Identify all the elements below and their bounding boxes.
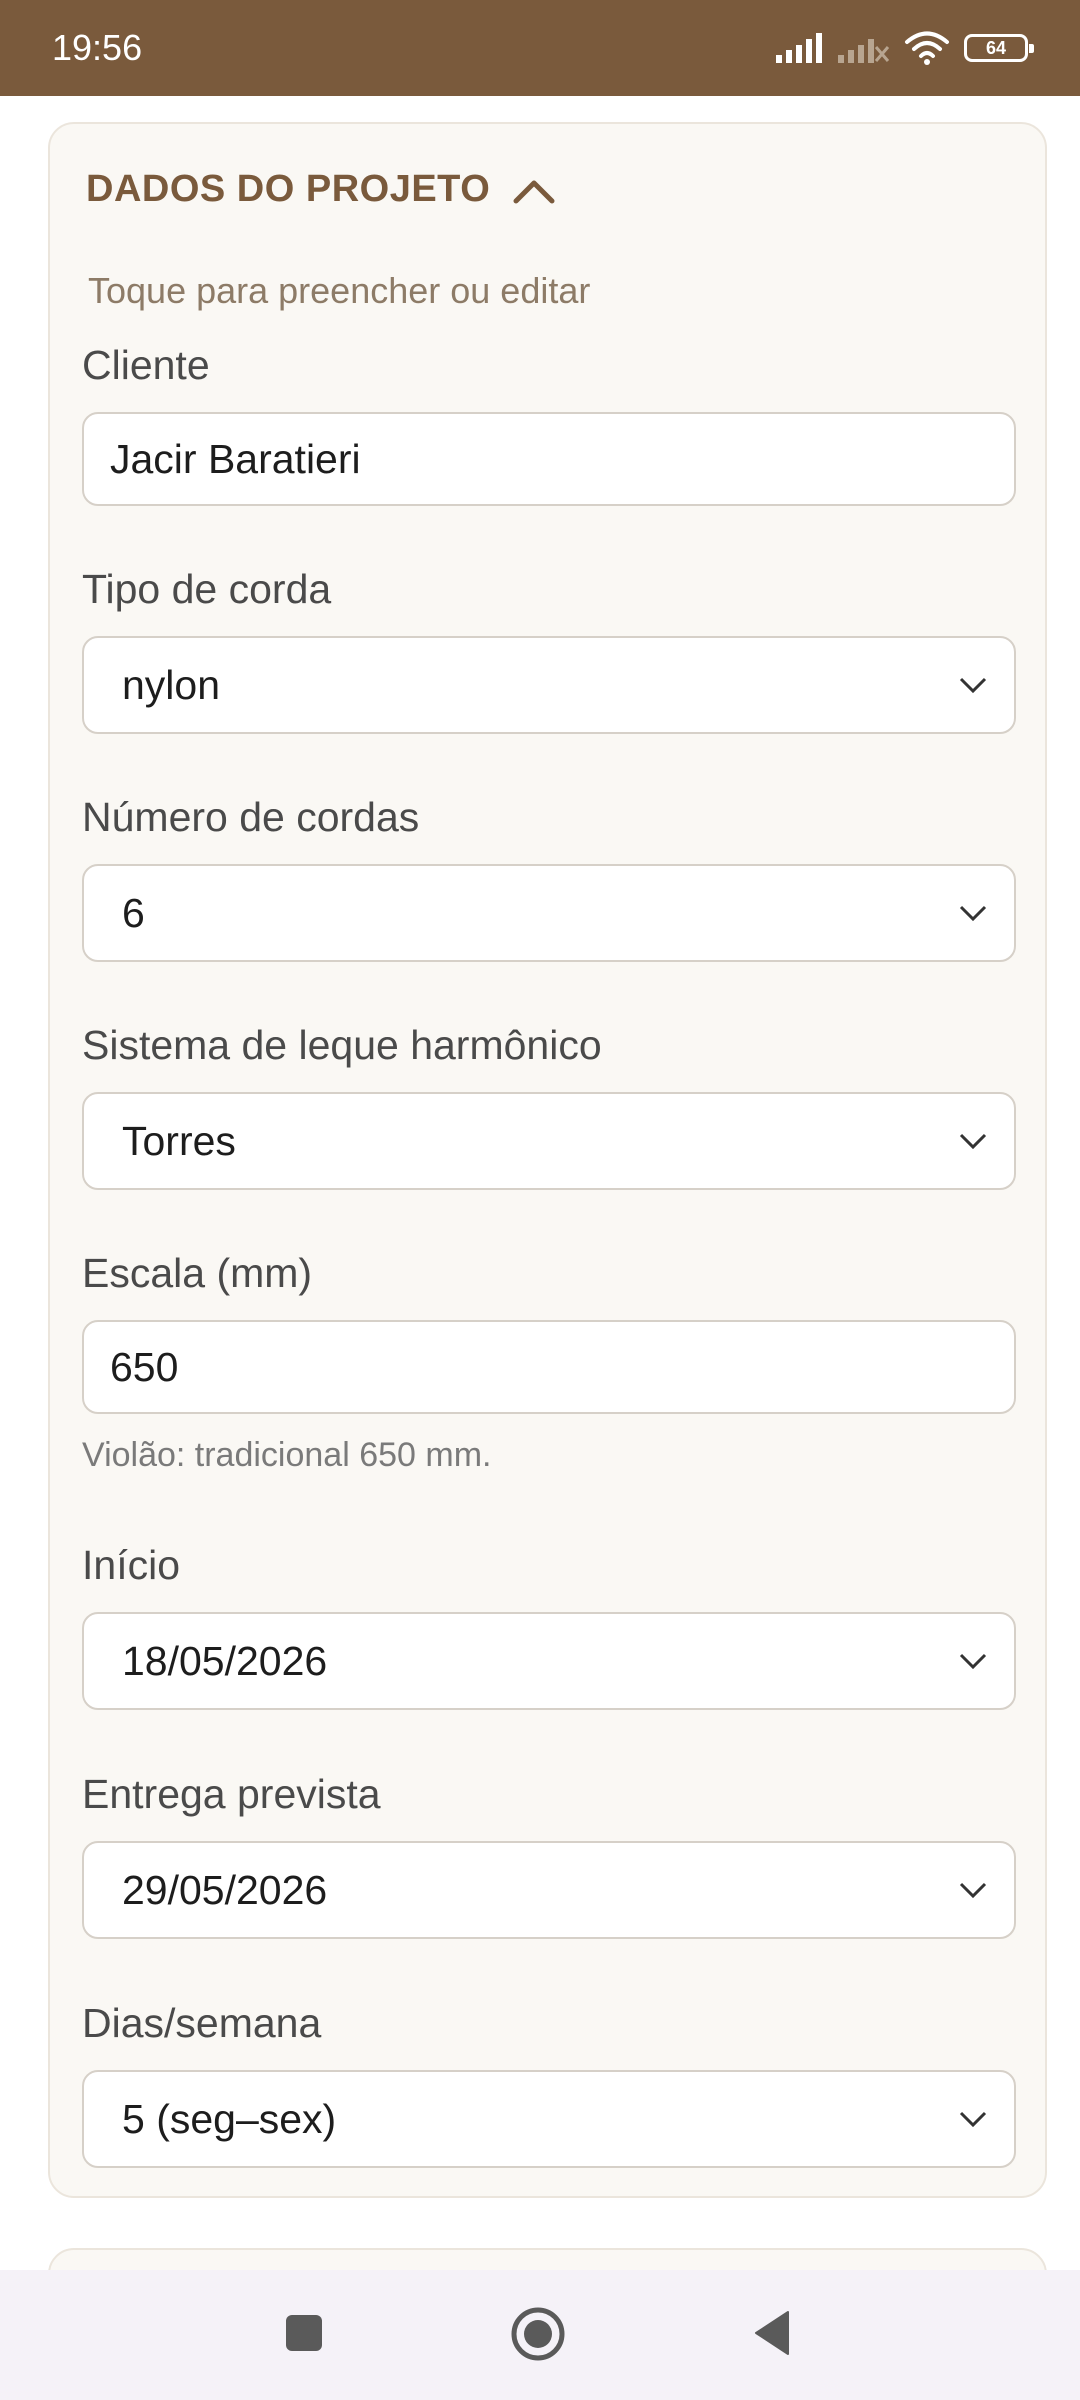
home-icon[interactable] xyxy=(510,2306,566,2362)
dias-semana-select[interactable]: 5 (seg–sex) xyxy=(82,2070,1016,2168)
escala-value: 650 xyxy=(110,1343,179,1390)
back-icon[interactable] xyxy=(752,2310,792,2356)
cliente-input[interactable]: Jacir Baratieri xyxy=(82,412,1016,506)
project-data-card: DADOS DO PROJETO Toque para preencher ou… xyxy=(48,122,1047,2198)
entrega-value: 29/05/2026 xyxy=(122,1866,328,1913)
dias-semana-value: 5 (seg–sex) xyxy=(122,2095,337,2142)
inicio-date-picker[interactable]: 18/05/2026 xyxy=(82,1612,1016,1710)
escala-input[interactable]: 650 xyxy=(82,1320,1016,1414)
status-icons: 64 xyxy=(776,31,1034,65)
tipo-corda-label: Tipo de corda xyxy=(82,566,332,612)
chevron-down-icon xyxy=(959,677,987,694)
numero-cordas-value: 6 xyxy=(122,889,145,936)
no-signal-icon xyxy=(838,39,890,63)
status-bar: 19:56 64 xyxy=(0,0,1080,96)
chevron-down-icon xyxy=(959,1653,987,1670)
tipo-corda-value: nylon xyxy=(122,661,221,708)
signal-icon xyxy=(776,33,822,63)
leque-select[interactable]: Torres xyxy=(82,1092,1016,1190)
inicio-label: Início xyxy=(82,1542,180,1588)
chevron-down-icon xyxy=(959,2111,987,2128)
escala-label: Escala (mm) xyxy=(82,1250,313,1296)
section-title: DADOS DO PROJETO xyxy=(86,168,491,210)
tipo-corda-select[interactable]: nylon xyxy=(82,636,1016,734)
scroll-content[interactable]: DADOS DO PROJETO Toque para preencher ou… xyxy=(0,96,1080,2270)
cliente-label: Cliente xyxy=(82,342,210,388)
entrega-date-picker[interactable]: 29/05/2026 xyxy=(82,1841,1016,1939)
inicio-value: 18/05/2026 xyxy=(122,1637,328,1684)
cliente-value: Jacir Baratieri xyxy=(110,435,361,482)
numero-cordas-label: Número de cordas xyxy=(82,794,420,840)
leque-value: Torres xyxy=(122,1117,236,1164)
wifi-icon xyxy=(905,31,949,65)
recents-icon[interactable] xyxy=(284,2313,324,2353)
chevron-down-icon xyxy=(959,1882,987,1899)
leque-label: Sistema de leque harmônico xyxy=(82,1022,602,1068)
section-header-toggle[interactable]: DADOS DO PROJETO xyxy=(86,168,556,211)
entrega-label: Entrega prevista xyxy=(82,1771,381,1817)
status-time: 19:56 xyxy=(52,27,143,68)
numero-cordas-select[interactable]: 6 xyxy=(82,864,1016,962)
next-card xyxy=(48,2248,1047,2270)
navigation-bar xyxy=(0,2270,1080,2400)
battery-level: 64 xyxy=(985,37,1007,58)
dias-semana-label: Dias/semana xyxy=(82,2000,322,2046)
chevron-up-icon xyxy=(513,180,555,203)
escala-help: Violão: tradicional 650 mm. xyxy=(82,1436,492,1474)
section-hint: Toque para preencher ou editar xyxy=(88,270,591,311)
chevron-down-icon xyxy=(959,905,987,922)
chevron-down-icon xyxy=(959,1133,987,1150)
battery-icon: 64 xyxy=(964,34,1034,62)
